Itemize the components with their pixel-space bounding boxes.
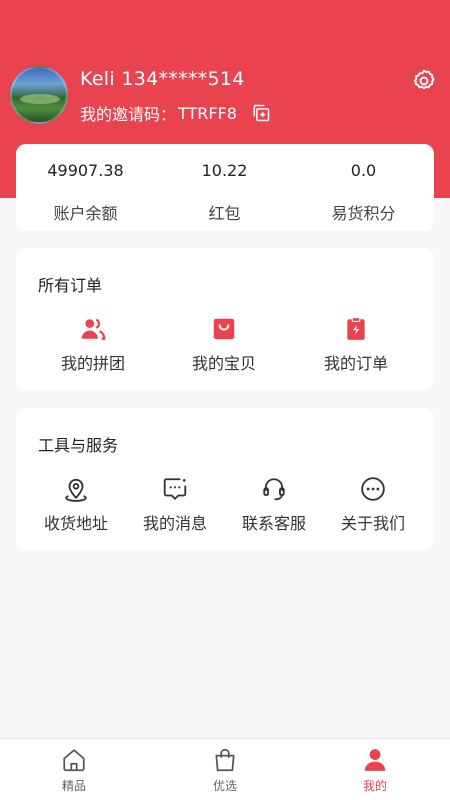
balance-label: 账户余额 xyxy=(53,204,118,223)
invite-code-row: 我的邀请码： TTRFF8 xyxy=(80,101,271,125)
person-icon xyxy=(364,749,386,771)
tab-selected-label: 优选 xyxy=(212,779,237,793)
tab-mine[interactable]: 我的 xyxy=(335,747,415,794)
shipping-address-label: 收货地址 xyxy=(43,514,108,533)
avatar[interactable] xyxy=(10,66,68,124)
user-phone: 134*****514 xyxy=(121,68,245,90)
red-packet-value: 10.22 xyxy=(201,161,248,180)
red-packet-label: 红包 xyxy=(208,204,241,223)
my-orders-label: 我的订单 xyxy=(323,354,388,373)
about-us-label: 关于我们 xyxy=(340,514,405,533)
tab-selected[interactable]: 优选 xyxy=(185,747,265,794)
wallet-red-packet[interactable]: 10.22 红包 xyxy=(155,144,294,231)
barter-points-value: 0.0 xyxy=(350,161,377,180)
message-icon xyxy=(163,478,187,501)
group-users-icon xyxy=(81,318,106,340)
invite-code: TTRFF8 xyxy=(178,103,237,123)
my-treasure-label: 我的宝贝 xyxy=(191,354,256,373)
orders-card: 所有订单 我的拼团 我的宝贝 我的订单 xyxy=(16,248,434,390)
invite-label: 我的邀请码： xyxy=(80,105,177,124)
headset-icon xyxy=(263,478,285,501)
orders-title: 所有订单 xyxy=(38,276,103,295)
bottom-tab-bar: 精品 优选 我的 xyxy=(0,738,450,800)
user-name: Keli xyxy=(80,68,115,90)
services-title: 工具与服务 xyxy=(38,436,119,455)
balance-value: 49907.38 xyxy=(47,161,124,180)
home-icon xyxy=(63,749,85,772)
about-us-button[interactable]: 关于我们 xyxy=(340,476,406,534)
services-card: 工具与服务 收货地址 我的消息 联系客服 关于我们 xyxy=(16,408,434,550)
order-clipboard-icon xyxy=(347,317,365,340)
shopping-bag-icon xyxy=(213,318,235,340)
wallet-barter-points[interactable]: 0.0 易货积分 xyxy=(294,144,433,231)
contact-support-label: 联系客服 xyxy=(241,514,306,533)
my-messages-button[interactable]: 我的消息 xyxy=(142,476,208,534)
user-info: Keli 134*****514 xyxy=(80,68,245,90)
my-messages-label: 我的消息 xyxy=(142,514,207,533)
my-orders-button[interactable]: 我的订单 xyxy=(323,316,389,374)
wallet-balance[interactable]: 49907.38 账户余额 xyxy=(16,144,155,231)
location-pin-icon xyxy=(65,478,87,502)
wallet-card: 49907.38 账户余额 10.22 红包 0.0 易货积分 xyxy=(16,144,434,231)
shipping-address-button[interactable]: 收货地址 xyxy=(43,476,109,534)
my-treasure-button[interactable]: 我的宝贝 xyxy=(191,316,257,374)
contact-support-button[interactable]: 联系客服 xyxy=(241,476,307,534)
tab-featured[interactable]: 精品 xyxy=(34,747,114,794)
profile-header: Keli 134*****514 我的邀请码： TTRFF8 xyxy=(10,66,440,128)
my-group-buy-label: 我的拼团 xyxy=(60,354,125,373)
gear-icon[interactable] xyxy=(411,68,437,94)
more-dots-icon xyxy=(361,477,385,501)
tab-mine-label: 我的 xyxy=(362,779,387,793)
tab-featured-label: 精品 xyxy=(61,779,86,793)
barter-points-label: 易货积分 xyxy=(331,204,396,223)
bag-icon xyxy=(215,748,235,772)
copy-icon[interactable] xyxy=(251,103,271,123)
my-group-buy-button[interactable]: 我的拼团 xyxy=(60,316,126,374)
